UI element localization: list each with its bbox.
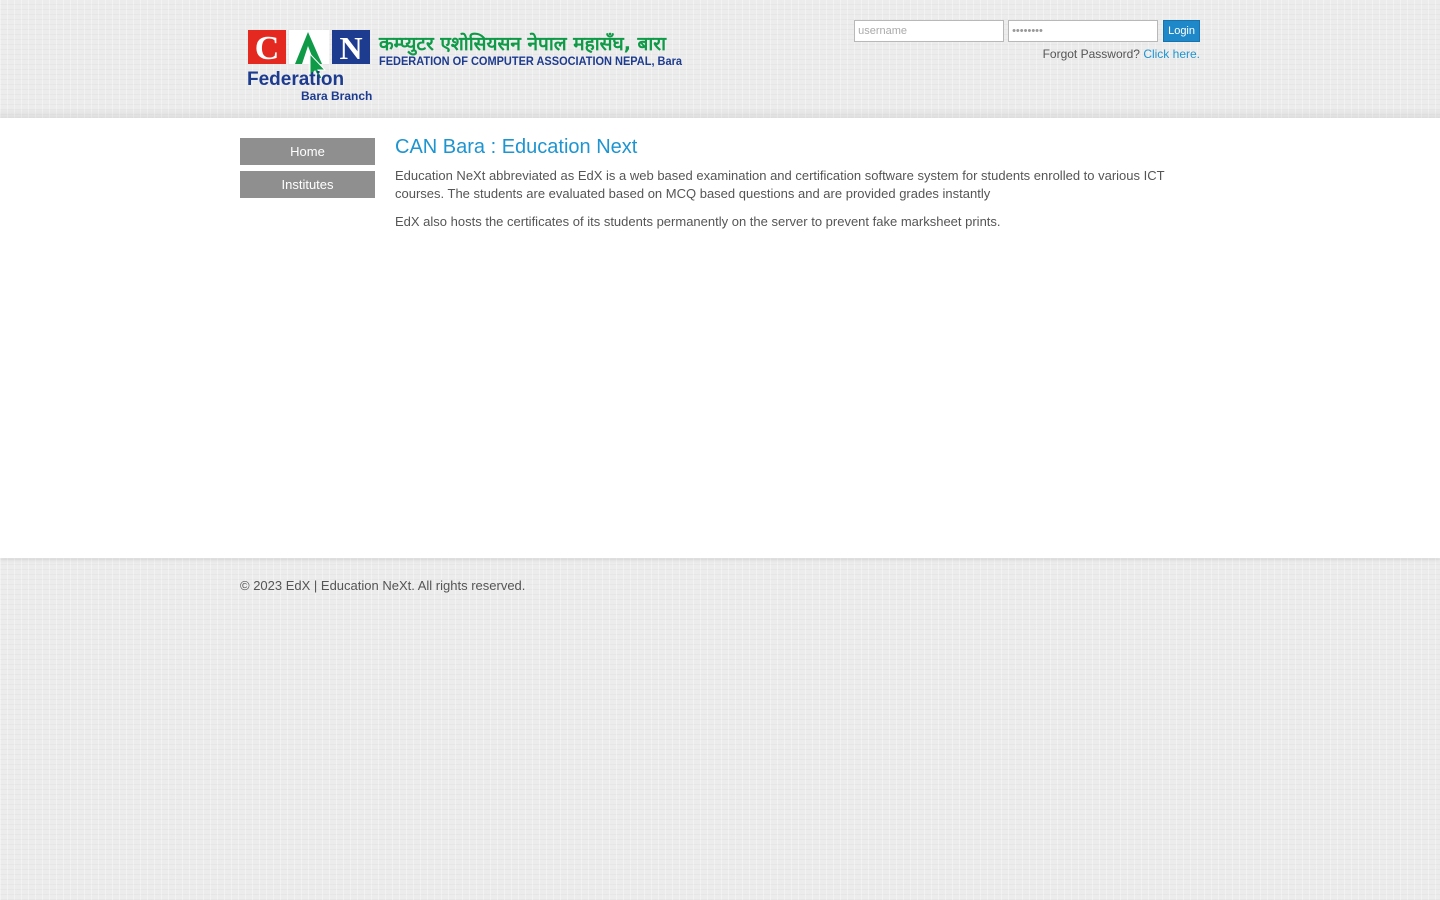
logo-federation-text: Federation bbox=[247, 69, 344, 90]
sidebar-item-home[interactable]: Home bbox=[240, 138, 375, 165]
logo-n-letter: N bbox=[339, 30, 362, 66]
content: CAN Bara : Education Next Education NeXt… bbox=[395, 136, 1200, 241]
page-title: CAN Bara : Education Next bbox=[395, 136, 638, 158]
username-input[interactable] bbox=[854, 20, 1005, 42]
intro-paragraph: Education NeXt abbreviated as EdX is a w… bbox=[395, 168, 1165, 201]
login-panel: Login Forgot Password? Click here. bbox=[854, 20, 1200, 61]
password-input[interactable] bbox=[1008, 20, 1159, 42]
forgot-password-label: Forgot Password? bbox=[1042, 47, 1140, 61]
header: C N Federation Bara Branch कम्प्युटर एशो… bbox=[0, 0, 1440, 118]
sidebar: Home Institutes bbox=[240, 138, 375, 204]
logo-nepali-title: कम्प्युटर एशोसियसन नेपाल महासँघ, बारा bbox=[378, 32, 667, 56]
can-federation-logo[interactable]: C N Federation Bara Branch कम्प्युटर एशो… bbox=[246, 28, 686, 104]
sidebar-item-institutes[interactable]: Institutes bbox=[240, 171, 375, 198]
certificate-paragraph: EdX also hosts the certificates of its s… bbox=[395, 214, 1001, 229]
footer: © 2023 EdX | Education NeXt. All rights … bbox=[240, 558, 1200, 593]
logo-english-title: FEDERATION OF COMPUTER ASSOCIATION NEPAL… bbox=[379, 54, 682, 68]
copyright-text: © 2023 EdX | Education NeXt. All rights … bbox=[240, 578, 526, 593]
forgot-password-link[interactable]: Click here. bbox=[1143, 47, 1200, 61]
logo-branch-text: Bara Branch bbox=[301, 89, 372, 103]
main-content-area: Home Institutes CAN Bara : Education Nex… bbox=[0, 118, 1440, 558]
login-button[interactable]: Login bbox=[1163, 20, 1200, 42]
login-row: Login bbox=[854, 20, 1200, 42]
logo-c-letter: C bbox=[255, 30, 280, 67]
forgot-password: Forgot Password? Click here. bbox=[854, 47, 1200, 61]
